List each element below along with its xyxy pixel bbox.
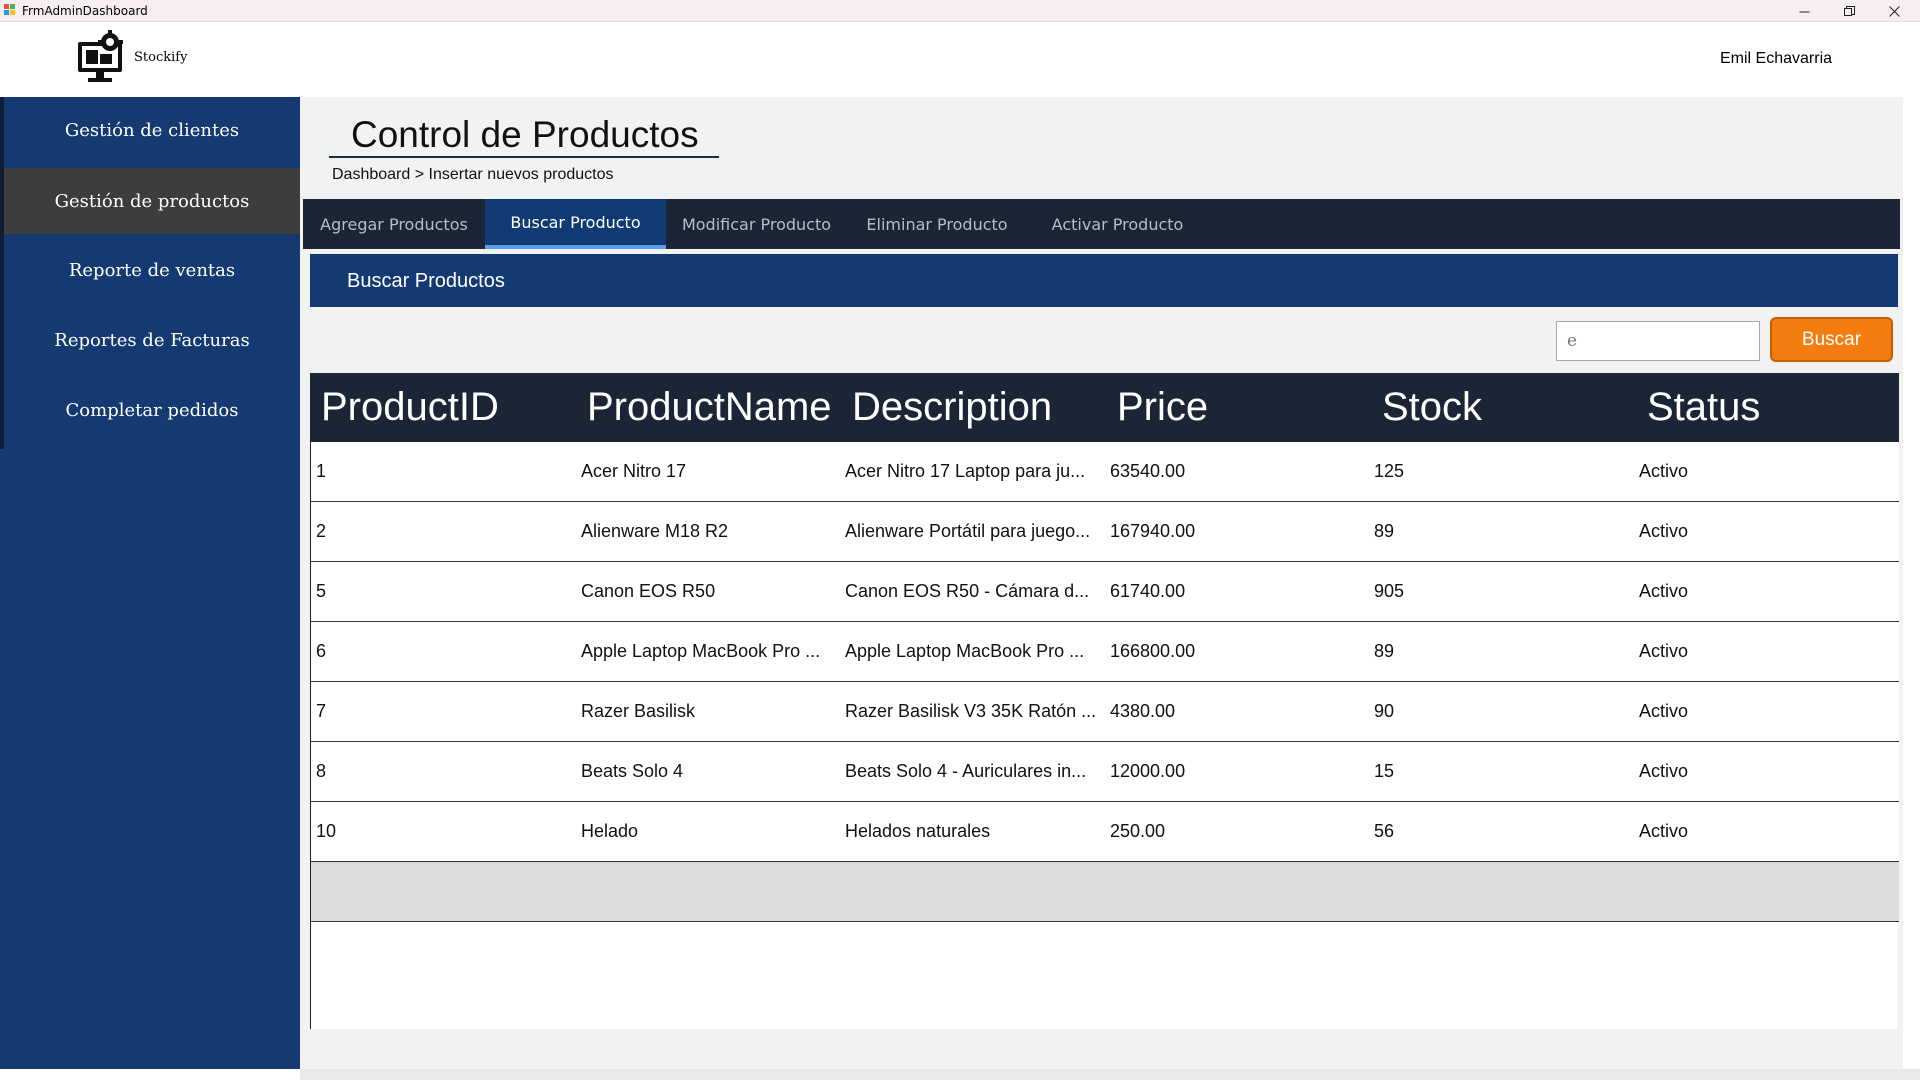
column-header-productname[interactable]: ProductName: [587, 373, 849, 442]
cell-productname: Helado: [581, 821, 639, 841]
cell-stock: 89: [1374, 641, 1395, 661]
cell-productname: Canon EOS R50: [581, 581, 716, 601]
cell-stock: 905: [1374, 581, 1405, 601]
tab-eliminar-producto[interactable]: Eliminar Producto: [847, 199, 1027, 249]
table-row[interactable]: 7 Razer Basilisk Razer Basilisk V3 35K R…: [311, 682, 1899, 742]
cell-status: Activo: [1639, 821, 1689, 841]
tab-agregar-productos[interactable]: Agregar Productos: [303, 199, 485, 249]
cell-description: Acer Nitro 17 Laptop para ju...: [845, 461, 1086, 481]
content-bottom-margin: [300, 1069, 1920, 1080]
cell-stock: 56: [1374, 821, 1395, 841]
cell-price: 250.00: [1110, 821, 1166, 841]
cell-description: Canon EOS R50 - Cámara d...: [845, 581, 1090, 601]
grid-header: ProductID ProductName Description Price …: [311, 373, 1899, 442]
cell-price: 63540.00: [1110, 461, 1186, 481]
cell-status: Activo: [1639, 761, 1689, 781]
minimize-button[interactable]: [1782, 0, 1826, 22]
cell-price: 166800.00: [1110, 641, 1196, 661]
new-row-placeholder[interactable]: [311, 862, 1899, 922]
cell-productid: 1: [316, 461, 327, 481]
cell-productname: Alienware M18 R2: [581, 521, 729, 541]
cell-status: Activo: [1639, 701, 1689, 721]
column-header-stock[interactable]: Stock: [1382, 373, 1637, 442]
cell-description: Alienware Portátil para juego...: [845, 521, 1091, 541]
sidebar-item-gestion-productos[interactable]: Gestión de productos: [4, 168, 300, 234]
cell-stock: 89: [1374, 521, 1395, 541]
breadcrumb: Dashboard > Insertar nuevos productos: [332, 166, 614, 183]
restore-button[interactable]: [1827, 0, 1871, 22]
section-title: Buscar Productos: [347, 270, 505, 292]
cell-productname: Razer Basilisk: [581, 701, 696, 721]
table-row[interactable]: 10 Helado Helados naturales 250.00 56 Ac…: [311, 802, 1899, 862]
cell-price: 4380.00: [1110, 701, 1176, 721]
brand-name: Stockify: [134, 50, 188, 65]
table-row[interactable]: 6 Apple Laptop MacBook Pro ... Apple Lap…: [311, 622, 1899, 682]
sidebar-item-completar-pedidos[interactable]: Completar pedidos: [4, 377, 300, 443]
app-header: [0, 22, 1920, 96]
cell-status: Activo: [1639, 461, 1689, 481]
cell-status: Activo: [1639, 521, 1689, 541]
cell-productname: Beats Solo 4: [581, 761, 684, 781]
tab-modificar-producto[interactable]: Modificar Producto: [666, 199, 847, 249]
cell-status: Activo: [1639, 641, 1689, 661]
tab-activar-producto[interactable]: Activar Producto: [1027, 199, 1208, 249]
cell-price: 12000.00: [1110, 761, 1186, 781]
cell-productid: 5: [316, 581, 327, 601]
window-title: FrmAdminDashboard: [22, 4, 148, 18]
cell-description: Razer Basilisk V3 35K Ratón ...: [845, 701, 1097, 721]
tab-buscar-producto[interactable]: Buscar Producto: [485, 199, 666, 249]
cell-productid: 2: [316, 521, 327, 541]
sidebar-item-reporte-ventas[interactable]: Reporte de ventas: [4, 237, 300, 303]
cell-productid: 7: [316, 701, 327, 721]
sidebar-item-reportes-facturas[interactable]: Reportes de Facturas: [4, 307, 300, 373]
column-header-productid[interactable]: ProductID: [321, 373, 576, 442]
sidebar-item-gestion-clientes[interactable]: Gestión de clientes: [4, 97, 300, 163]
user-name: Emil Echavarria: [1720, 50, 1833, 67]
column-header-price[interactable]: Price: [1117, 373, 1372, 442]
cell-price: 61740.00: [1110, 581, 1186, 601]
minimize-icon: [1799, 11, 1809, 12]
window-titlebar: FrmAdminDashboard: [0, 0, 1920, 22]
column-header-description[interactable]: Description: [852, 373, 1107, 442]
cell-stock: 15: [1374, 761, 1395, 781]
close-button[interactable]: [1872, 0, 1916, 22]
table-row[interactable]: 1 Acer Nitro 17 Acer Nitro 17 Laptop par…: [311, 442, 1899, 502]
search-button[interactable]: Buscar: [1770, 317, 1893, 362]
table-row[interactable]: 2 Alienware M18 R2 Alienware Portátil pa…: [311, 502, 1899, 562]
table-row[interactable]: 8 Beats Solo 4 Beats Solo 4 - Auriculare…: [311, 742, 1899, 802]
cell-productid: 10: [316, 821, 337, 841]
cell-productid: 6: [316, 641, 327, 661]
cell-description: Beats Solo 4 - Auriculares in...: [845, 761, 1087, 781]
cell-description: Apple Laptop MacBook Pro ...: [845, 641, 1085, 661]
sidebar: Gestión de clientes Gestión de productos…: [0, 97, 300, 1069]
content-right-margin: [1903, 97, 1920, 1069]
column-header-status[interactable]: Status: [1647, 373, 1897, 442]
page-title: Control de Productos: [351, 114, 699, 155]
restore-icon: [1843, 5, 1855, 16]
table-row[interactable]: 5 Canon EOS R50 Canon EOS R50 - Cámara d…: [311, 562, 1899, 622]
cell-description: Helados naturales: [845, 821, 991, 841]
cell-productname: Acer Nitro 17: [581, 461, 687, 481]
cell-productname: Apple Laptop MacBook Pro ...: [581, 641, 821, 661]
computer-gear-icon: [78, 30, 123, 82]
close-icon: [1888, 5, 1900, 17]
tab-bar: Agregar Productos Buscar Producto Modifi…: [303, 199, 1900, 249]
search-input[interactable]: e: [1556, 321, 1760, 361]
cell-status: Activo: [1639, 581, 1689, 601]
cell-stock: 90: [1374, 701, 1395, 721]
app-icon: [4, 4, 16, 16]
title-underline: [329, 156, 719, 158]
section-header: [310, 254, 1898, 307]
products-grid[interactable]: ProductID ProductName Description Price …: [310, 373, 1899, 1029]
cell-productid: 8: [316, 761, 327, 781]
cell-stock: 125: [1374, 461, 1405, 481]
cell-price: 167940.00: [1110, 521, 1196, 541]
